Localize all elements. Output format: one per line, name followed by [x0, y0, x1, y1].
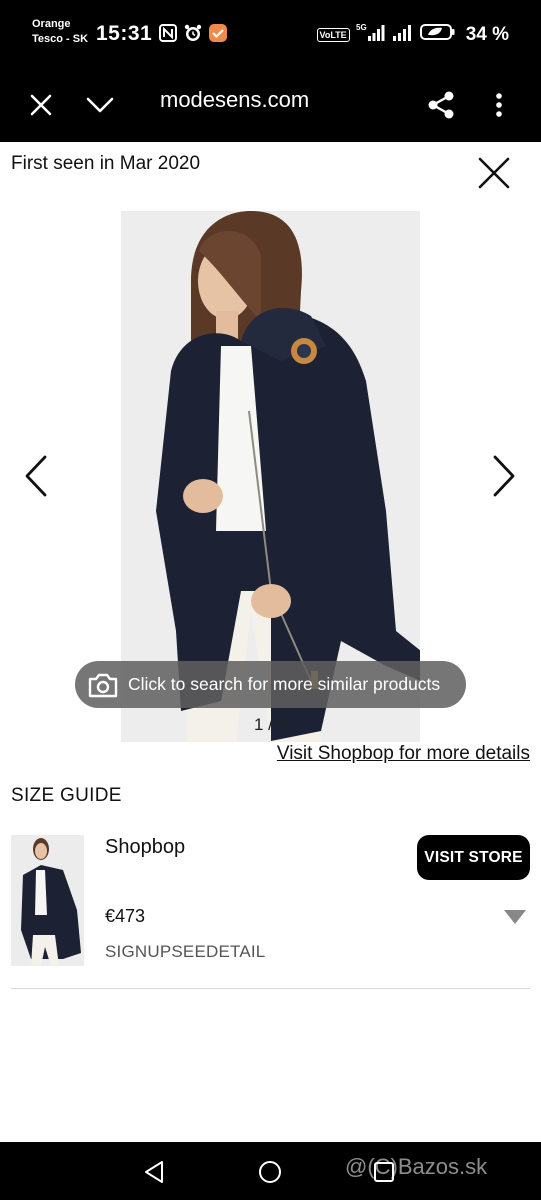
minimize-button[interactable]	[77, 82, 123, 128]
notification-icons	[158, 22, 228, 44]
expand-offer-button[interactable]	[503, 909, 527, 925]
carrier-sub: Tesco - SK	[32, 33, 89, 45]
status-time: 15:31	[96, 22, 153, 45]
image-counter: 1 / 6	[253, 715, 288, 734]
chevron-left-icon	[25, 455, 47, 497]
visit-details-link[interactable]: Visit Shopbop for more details	[277, 743, 530, 765]
next-image-button[interactable]	[484, 450, 524, 502]
app-notification-icon	[208, 22, 228, 44]
more-vertical-icon	[496, 93, 502, 117]
system-indicators: VoLTE 5G 34 %	[316, 22, 509, 47]
divider	[11, 988, 530, 989]
previous-image-button[interactable]	[16, 450, 56, 502]
url-display[interactable]: modesens.com	[160, 87, 309, 113]
close-product-button[interactable]	[472, 151, 516, 195]
close-icon	[478, 157, 510, 189]
browser-toolbar: modesens.com	[0, 68, 541, 142]
offer-price: €473	[105, 906, 146, 926]
home-button[interactable]	[252, 1154, 288, 1190]
chevron-down-icon	[86, 97, 114, 113]
offer-thumbnail[interactable]	[11, 835, 84, 966]
status-bar: Orange Tesco - SK 15:31 VoLTE 5G 34 %	[0, 0, 541, 68]
visit-store-button[interactable]: VISIT STORE	[417, 835, 530, 880]
signal-5g-icon: 5G	[356, 22, 386, 47]
carrier-name: Orange	[32, 18, 71, 30]
battery-icon	[419, 22, 456, 47]
back-button[interactable]	[136, 1154, 172, 1190]
svg-text:5G: 5G	[356, 23, 367, 32]
similar-products-search-button[interactable]: Click to search for more similar product…	[75, 661, 466, 708]
first-seen-label: First seen in Mar 2020	[11, 153, 201, 174]
close-icon	[30, 94, 52, 116]
promo-code: SIGNUPSEEDETAIL	[105, 942, 266, 961]
camera-icon	[88, 673, 118, 697]
back-triangle-icon	[145, 1161, 163, 1183]
offer-thumbnail-image	[11, 835, 84, 966]
more-options-button[interactable]	[476, 82, 522, 128]
signal-icon	[392, 22, 414, 47]
caret-down-icon	[504, 910, 526, 924]
store-name: Shopbop	[105, 836, 186, 858]
nfc-icon	[158, 22, 178, 44]
share-icon	[428, 91, 454, 119]
close-tab-button[interactable]	[18, 82, 64, 128]
home-circle-icon	[259, 1161, 281, 1183]
alarm-icon	[183, 22, 203, 44]
carrier-info: Orange Tesco - SK	[32, 17, 88, 47]
battery-percent: 34 %	[465, 23, 509, 45]
similar-products-label: Click to search for more similar product…	[128, 674, 441, 694]
chevron-right-icon	[493, 455, 515, 497]
volte-badge: VoLTE	[316, 27, 350, 42]
share-button[interactable]	[418, 82, 464, 128]
watermark: @(C)Bazos.sk	[345, 1154, 488, 1179]
size-guide-link[interactable]: SIZE GUIDE	[11, 785, 122, 807]
